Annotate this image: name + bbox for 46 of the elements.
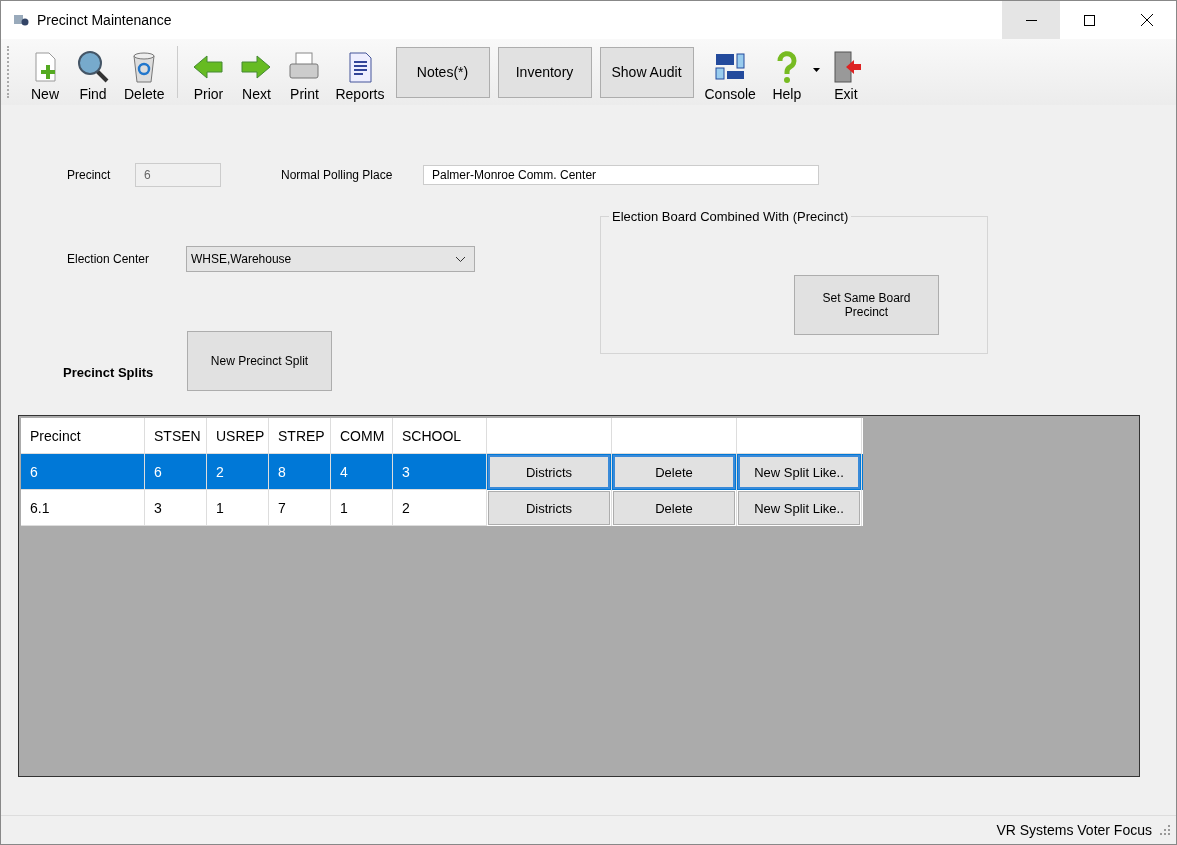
delete-button[interactable]: Delete xyxy=(117,42,172,102)
console-button[interactable]: Console xyxy=(697,42,763,102)
new-precinct-split-button[interactable]: New Precinct Split xyxy=(187,331,332,391)
chevron-down-icon xyxy=(455,255,466,263)
table-cell: 3 xyxy=(145,490,207,526)
table-cell: 1 xyxy=(331,490,393,526)
table-cell: 2 xyxy=(393,490,487,526)
grid-button[interactable]: Districts xyxy=(488,455,610,489)
caret-icon[interactable] xyxy=(812,68,820,72)
table-row[interactable]: 6.1 3 1 7 1 2 Districts Delete New Split Like.. xyxy=(21,490,863,526)
app-icon xyxy=(13,13,29,27)
grid-button[interactable]: Delete xyxy=(613,455,735,489)
table-cell: 7 xyxy=(269,490,331,526)
close-icon xyxy=(1141,14,1153,26)
table-cell: 6.1 xyxy=(21,490,145,526)
grid-button[interactable]: New Split Like.. xyxy=(738,455,860,489)
toolbar-button[interactable]: Inventory xyxy=(497,46,592,98)
maximize-icon xyxy=(1083,14,1095,26)
grid-button[interactable]: Delete xyxy=(613,491,735,525)
grid-button[interactable]: New Split Like.. xyxy=(738,491,860,525)
table-row[interactable]: 6 6 2 8 4 3 Districts Delete New Split Like.. xyxy=(21,454,863,490)
election-center-dropdown[interactable]: WHSE,Warehouse xyxy=(186,246,475,272)
next-button[interactable]: Next xyxy=(232,42,281,102)
help-button[interactable]: Help xyxy=(762,42,822,102)
reports-button[interactable]: Reports xyxy=(328,42,392,102)
window-title: Precinct Maintenance xyxy=(37,12,172,28)
search-icon xyxy=(76,50,110,84)
resize-grip-icon xyxy=(1160,825,1170,835)
group-title: Election Board Combined With (Precinct) xyxy=(609,209,852,224)
set-same-board-button[interactable]: Set Same Board Precinct xyxy=(794,275,939,335)
table-cell: 1 xyxy=(207,490,269,526)
toolbar-button[interactable]: Show Audit xyxy=(599,46,694,98)
election-center-label: Election Center xyxy=(67,252,151,266)
exit-button[interactable]: Exit xyxy=(821,42,870,102)
grid-button[interactable]: Districts xyxy=(488,491,610,525)
status-text: VR Systems Voter Focus xyxy=(996,822,1152,838)
prior-button[interactable]: Prior xyxy=(184,42,233,102)
minimize-button[interactable] xyxy=(1002,1,1060,39)
find-button[interactable]: Find xyxy=(69,42,117,102)
toolbar-button[interactable]: Notes(*) xyxy=(395,46,490,98)
precinct-splits-label: Precinct Splits xyxy=(63,364,155,380)
polling-place-label: Normal Polling Place xyxy=(281,168,394,182)
print-button[interactable]: Print xyxy=(280,42,329,102)
precinct-label: Precinct xyxy=(67,168,112,182)
new-button[interactable]: New xyxy=(21,42,69,102)
polling-place-field[interactable]: Palmer-Monroe Comm. Center xyxy=(423,165,819,185)
